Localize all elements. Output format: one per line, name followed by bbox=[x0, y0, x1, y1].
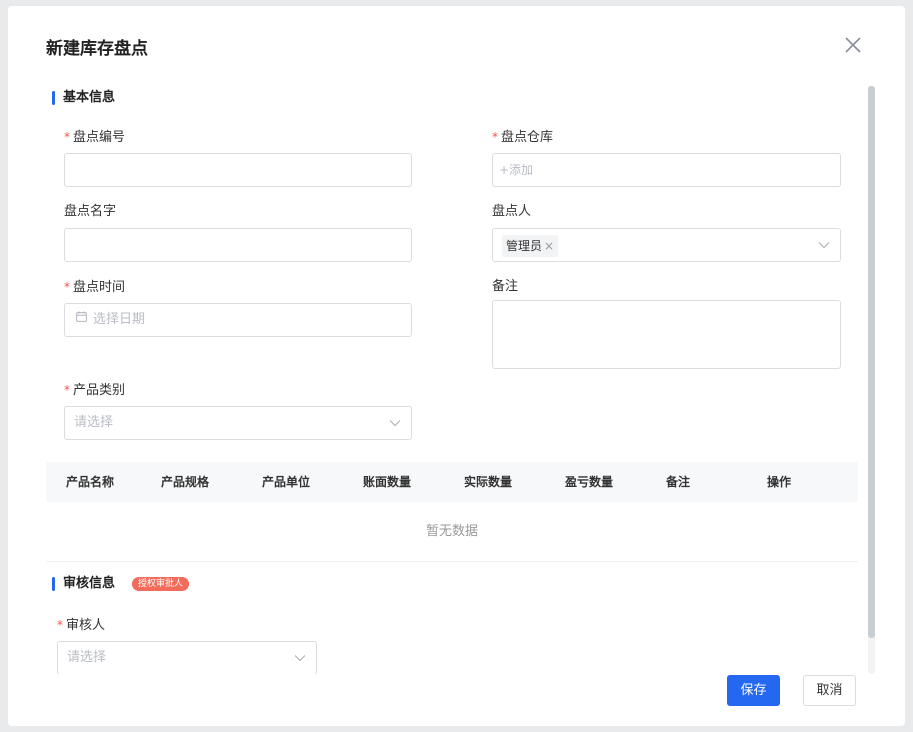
close-icon[interactable] bbox=[842, 34, 864, 56]
create-inventory-dialog: 新建库存盘点 基本信息 * 盘点编号 * 盘点仓库 +添加 盘点名字 盘点人 管理员… bbox=[8, 6, 905, 726]
label-warehouse: * 盘点仓库 bbox=[492, 129, 553, 146]
col-diff-qty: 盈亏数量 bbox=[565, 475, 614, 489]
dialog-title: 新建库存盘点 bbox=[46, 39, 148, 59]
reviewer-clip: 请选择 bbox=[8, 640, 877, 674]
label-text: 盘点时间 bbox=[73, 280, 126, 295]
col-actions: 操作 bbox=[767, 475, 792, 489]
person-tag: 管理员 × bbox=[502, 235, 559, 257]
label-text: 盘点仓库 bbox=[501, 130, 554, 145]
section-audit-info: 审核信息 bbox=[52, 576, 115, 592]
cancel-button[interactable]: 取消 bbox=[803, 675, 856, 706]
date-placeholder: 选择日期 bbox=[93, 312, 146, 327]
required-mark: * bbox=[64, 130, 70, 144]
chevron-down-icon bbox=[294, 653, 306, 663]
col-product-name: 产品名称 bbox=[66, 475, 115, 489]
save-button[interactable]: 保存 bbox=[727, 675, 780, 706]
label-remark: 备注 bbox=[492, 279, 519, 294]
authorized-approver-badge: 授权审批人 bbox=[132, 577, 190, 591]
date-picker-input[interactable]: 选择日期 bbox=[64, 303, 412, 337]
required-mark: * bbox=[492, 130, 498, 144]
inventory-person-select[interactable]: 管理员 × bbox=[492, 228, 841, 262]
table-header: 产品名称 产品规格 产品单位 账面数量 实际数量 盈亏数量 备注 操作 bbox=[46, 462, 858, 502]
calendar-icon bbox=[76, 303, 87, 335]
reviewer-select[interactable]: 请选择 bbox=[57, 641, 317, 674]
tag-close-icon[interactable]: × bbox=[544, 239, 554, 253]
label-product-category: * 产品类别 bbox=[64, 382, 125, 399]
label-text: 盘点编号 bbox=[73, 130, 126, 145]
inventory-name-input[interactable] bbox=[64, 228, 412, 262]
chevron-down-icon bbox=[389, 418, 401, 428]
required-mark: * bbox=[64, 383, 70, 397]
warehouse-add-input[interactable]: +添加 bbox=[492, 153, 841, 187]
label-text: 审核人 bbox=[66, 618, 106, 633]
col-product-spec: 产品规格 bbox=[161, 475, 210, 489]
label-text: 产品类别 bbox=[73, 383, 126, 398]
chevron-down-icon bbox=[818, 240, 830, 250]
col-actual-qty: 实际数量 bbox=[464, 475, 513, 489]
scrollbar-thumb[interactable] bbox=[868, 86, 875, 638]
section-basic-info: 基本信息 bbox=[52, 90, 115, 106]
table-empty-text: 暂无数据 bbox=[46, 502, 858, 562]
col-product-unit: 产品单位 bbox=[262, 475, 311, 489]
col-remark: 备注 bbox=[666, 475, 691, 489]
label-inventory-code: * 盘点编号 bbox=[64, 129, 125, 146]
col-book-qty: 账面数量 bbox=[363, 475, 412, 489]
label-inventory-time: * 盘点时间 bbox=[64, 279, 125, 296]
required-mark: * bbox=[57, 618, 63, 632]
inventory-code-input[interactable] bbox=[64, 153, 412, 187]
product-category-select[interactable]: 请选择 bbox=[64, 406, 412, 440]
label-inventory-person: 盘点人 bbox=[492, 204, 532, 219]
label-inventory-name: 盘点名字 bbox=[64, 204, 117, 219]
person-tag-label: 管理员 bbox=[506, 239, 543, 253]
reviewer-placeholder: 请选择 bbox=[67, 650, 107, 665]
remark-textarea[interactable] bbox=[492, 300, 841, 369]
required-mark: * bbox=[64, 280, 70, 294]
category-placeholder: 请选择 bbox=[74, 415, 114, 430]
label-reviewer: * 审核人 bbox=[57, 617, 105, 634]
